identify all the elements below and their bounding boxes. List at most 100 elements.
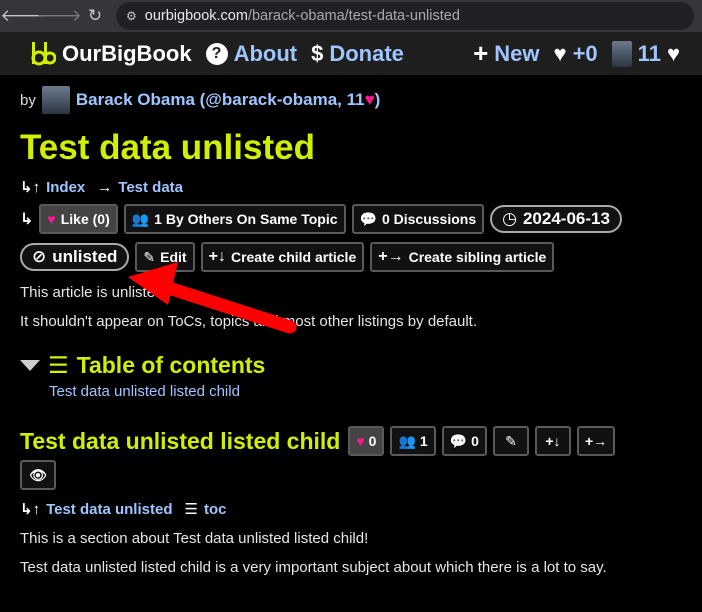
new-label: New — [494, 40, 540, 66]
user-score: 11 — [637, 40, 661, 66]
section-paragraph-2: Test data unlisted listed child is a ver… — [20, 559, 607, 576]
browser-toolbar: 🡐 🡒 ↻ ⚙ ourbigbook.com/barack-obama/test… — [0, 0, 702, 32]
toc-header[interactable]: ☰ Table of contents — [20, 352, 682, 379]
article-actions-2: ⊘ unlisted ✎ Edit +↓ Create child articl… — [20, 242, 682, 272]
about-label: About — [233, 40, 298, 66]
list-icon: ☰ — [48, 352, 69, 378]
byline: by Barack Obama (@barack-obama, 11♥) — [20, 86, 682, 114]
clock-icon: ◷ — [502, 209, 517, 228]
plus-down-icon: +↓ — [208, 248, 226, 265]
article-paragraph-1: This article is unlisted. — [20, 284, 168, 301]
user-profile-link[interactable]: 11 ♥ — [611, 40, 680, 67]
plus-down-icon: +↓ — [545, 433, 561, 449]
heart-icon: ♥ — [364, 90, 375, 109]
dollar-icon: $ — [311, 40, 324, 66]
discussions-button[interactable]: 💬 0 Discussions — [351, 204, 485, 234]
plus-right-icon: +→ — [584, 433, 608, 449]
article-actions: ↳ ♥ Like (0) 👥 1 By Others On Same Topic… — [20, 204, 682, 234]
section-discussions-button[interactable]: 💬 0 — [441, 426, 487, 456]
question-icon: ? — [205, 42, 228, 65]
ourbigbook-logo-icon — [31, 41, 56, 65]
section-create-sibling-button[interactable]: +→ — [576, 426, 616, 456]
article-paragraph-2: It shouldn't appear on ToCs, topics and … — [20, 313, 478, 330]
crumb-index-link[interactable]: Index — [46, 179, 85, 196]
author-link[interactable]: Barack Obama (@barack-obama, 11♥) — [76, 90, 380, 110]
pencil-icon: ✎ — [143, 248, 156, 265]
users-icon: 👥 — [398, 432, 416, 449]
hearts-count: +0 — [572, 40, 598, 66]
address-bar[interactable]: ⚙ ourbigbook.com/barack-obama/test-data-… — [116, 2, 694, 30]
heart-outline-icon: ♥ — [553, 40, 567, 66]
page-title: Test data unlisted — [20, 128, 315, 167]
toc-item[interactable]: Test data unlisted listed child — [49, 383, 682, 400]
like-button[interactable]: ♥ Like (0) — [39, 204, 118, 234]
eye-icon: 👁 — [29, 466, 47, 483]
create-child-button[interactable]: +↓ Create child article — [200, 242, 365, 272]
url-host: ourbigbook.com — [144, 8, 248, 24]
like-label: Like (0) — [60, 211, 110, 227]
users-icon: 👥 — [131, 210, 150, 227]
others-same-topic-button[interactable]: 👥 1 By Others On Same Topic — [123, 204, 346, 234]
user-avatar — [611, 40, 632, 67]
brand-name: OurBigBook — [62, 40, 192, 66]
section-discussions: 0 — [471, 433, 479, 449]
url-path: /barack-obama/test-data-unlisted — [247, 8, 460, 24]
forward-button[interactable]: 🡒 — [36, 1, 82, 31]
section-others-button[interactable]: 👥 1 — [390, 426, 436, 456]
collapse-triangle-icon[interactable] — [20, 360, 40, 371]
return-icon: ↳ — [20, 211, 34, 228]
reload-button[interactable]: ↻ — [80, 1, 110, 31]
create-child-label: Create child article — [230, 249, 357, 265]
date-badge[interactable]: ◷ 2024-06-13 — [490, 205, 622, 233]
heart-icon: ♥ — [356, 433, 365, 449]
article-content: by Barack Obama (@barack-obama, 11♥) Tes… — [0, 86, 702, 576]
pencil-icon: ✎ — [505, 432, 517, 449]
others-label: 1 By Others On Same Topic — [154, 211, 338, 227]
section-paragraph-1: This is a section about Test data unlist… — [20, 530, 369, 547]
edit-button[interactable]: ✎ Edit — [135, 242, 195, 272]
section-view-button[interactable]: 👁 — [20, 460, 56, 490]
plus-right-icon: +→ — [378, 248, 404, 265]
list-icon: ☰ — [184, 501, 198, 518]
section-parent-link[interactable]: Test data unlisted — [46, 501, 172, 518]
section-edit-button[interactable]: ✎ — [492, 426, 529, 456]
return-up-icon: ↳↑ — [20, 179, 41, 196]
eye-slash-icon: ⊘ — [32, 247, 47, 266]
section-create-child-button[interactable]: +↓ — [534, 426, 571, 456]
unlisted-label: unlisted — [52, 247, 118, 266]
site-settings-icon[interactable]: ⚙ — [126, 9, 137, 23]
heart-outline-icon: ♥ — [666, 40, 680, 66]
brand-logo-link[interactable]: OurBigBook — [30, 41, 192, 67]
back-button[interactable]: 🡐 — [0, 1, 46, 31]
breadcrumb: ↳↑ Index → Test data — [20, 178, 682, 197]
hearts-link[interactable]: ♥ +0 — [554, 41, 598, 67]
unlisted-badge[interactable]: ⊘ unlisted — [20, 243, 130, 271]
section-others: 1 — [419, 433, 428, 449]
comment-icon: 💬 — [359, 210, 377, 227]
heart-icon: ♥ — [47, 211, 56, 227]
date-label: 2024-06-13 — [522, 209, 610, 228]
arrow-right-icon: → — [97, 178, 113, 196]
toc-title: Table of contents — [76, 352, 266, 378]
author-text: Barack Obama (@barack-obama, 11 — [75, 90, 365, 109]
author-avatar[interactable] — [41, 86, 70, 114]
site-header: OurBigBook ? About $ Donate + New ♥ +0 1… — [0, 32, 702, 76]
author-close: ) — [374, 90, 381, 109]
create-sibling-label: Create sibling article — [408, 249, 547, 265]
section-likes: 0 — [368, 433, 377, 449]
discussions-label: 0 Discussions — [381, 211, 477, 227]
about-link[interactable]: ? About — [205, 40, 298, 67]
plus-icon: + — [473, 38, 489, 68]
donate-label: Donate — [329, 40, 404, 66]
section-like-button[interactable]: ♥ 0 — [348, 426, 385, 456]
byline-prefix: by — [20, 91, 36, 109]
comment-icon: 💬 — [449, 432, 468, 449]
crumb-parent-link[interactable]: Test data — [118, 179, 183, 196]
donate-link[interactable]: $ Donate — [311, 41, 404, 67]
section-breadcrumb: ↳↑ Test data unlisted ☰ toc — [20, 500, 682, 519]
create-sibling-button[interactable]: +→ Create sibling article — [370, 242, 555, 272]
section-header: Test data unlisted listed child ♥ 0 👥 1 … — [20, 426, 682, 456]
section-toc-link[interactable]: toc — [204, 501, 227, 518]
new-article-link[interactable]: + New — [473, 38, 539, 69]
section-title[interactable]: Test data unlisted listed child — [20, 428, 340, 455]
